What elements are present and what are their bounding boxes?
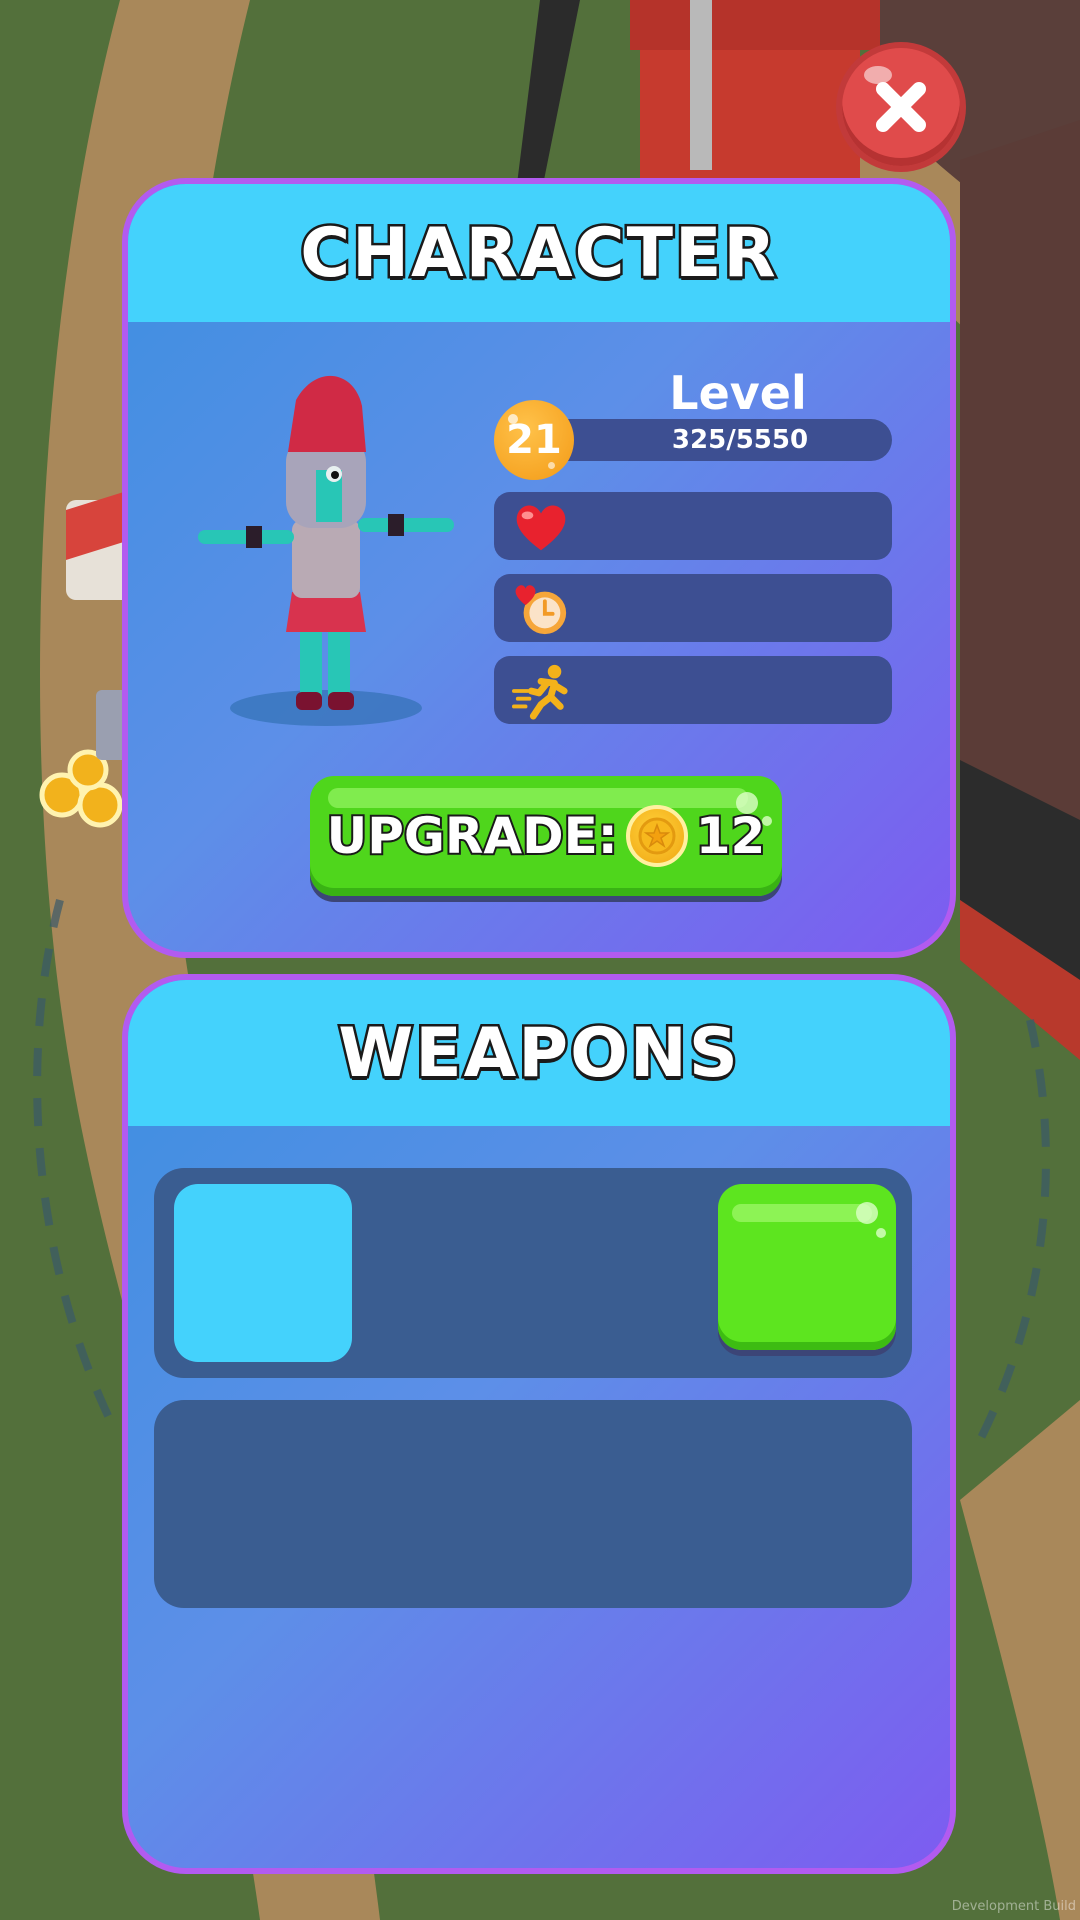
- close-icon: [876, 82, 926, 132]
- close-button[interactable]: [842, 48, 960, 166]
- upgrade-button[interactable]: UPGRADE: 12: [310, 776, 782, 902]
- stat-row-regen: [494, 574, 892, 642]
- running-man-icon: [512, 664, 568, 720]
- level-xp-bar: 325/5550: [528, 419, 892, 461]
- heart-clock-icon: [515, 585, 567, 635]
- level-xp-text: 325/5550: [671, 425, 809, 455]
- heart-icon: [516, 505, 566, 551]
- close-button-shine: [864, 66, 892, 84]
- weapons-panel-title: WEAPONS: [336, 1011, 741, 1095]
- upgrade-label: UPGRADE:: [325, 805, 620, 867]
- character-panel-title: CHARACTER: [298, 211, 779, 295]
- development-build-label: Development Build: [951, 1899, 1076, 1914]
- weapons-panel-header: WEAPONS: [128, 980, 950, 1126]
- character-panel: CHARACTER Level 325/5550 21 UPGRADE: 12: [122, 178, 956, 958]
- character-panel-header: CHARACTER: [128, 184, 950, 322]
- weapon-slot[interactable]: [174, 1184, 352, 1362]
- weapon-row: [154, 1168, 912, 1378]
- upgrade-cost: 12: [694, 805, 768, 867]
- stat-row-speed: [494, 656, 892, 724]
- weapon-select-button[interactable]: [718, 1184, 896, 1356]
- coin-icon: [625, 805, 688, 867]
- level-number: 21: [506, 417, 562, 463]
- stat-row-health: [494, 492, 892, 560]
- character-model: [198, 375, 454, 726]
- level-badge: 21: [494, 400, 574, 480]
- level-label: Level: [669, 366, 807, 420]
- weapons-panel: WEAPONS: [122, 974, 956, 1874]
- weapon-details-box: [154, 1400, 912, 1608]
